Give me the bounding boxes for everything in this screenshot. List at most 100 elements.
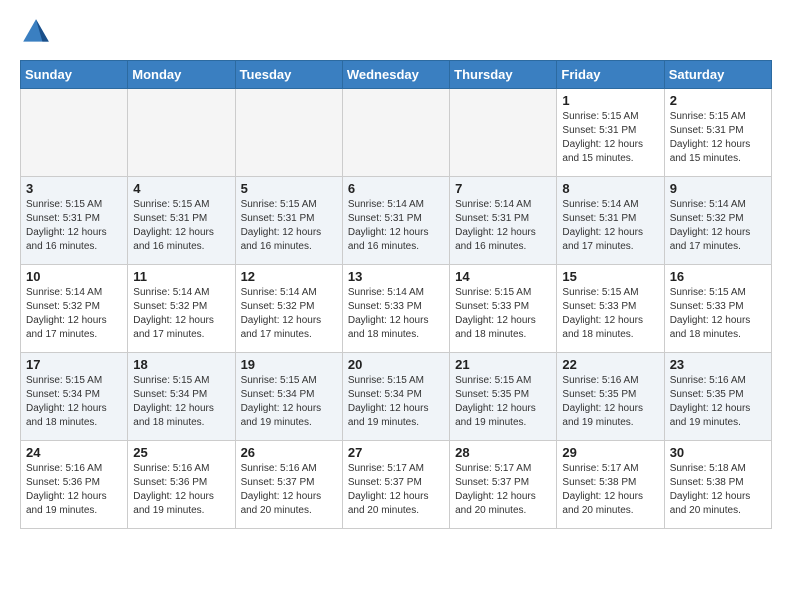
day-info: Sunrise: 5:15 AM Sunset: 5:31 PM Dayligh… [670, 110, 766, 166]
calendar-cell [450, 89, 557, 177]
day-number: 18 [133, 357, 229, 372]
day-info: Sunrise: 5:14 AM Sunset: 5:32 PM Dayligh… [670, 198, 766, 254]
day-info: Sunrise: 5:16 AM Sunset: 5:35 PM Dayligh… [670, 374, 766, 430]
day-of-week-header: Sunday [21, 61, 128, 89]
day-number: 7 [455, 181, 551, 196]
day-number: 14 [455, 269, 551, 284]
day-info: Sunrise: 5:15 AM Sunset: 5:31 PM Dayligh… [241, 198, 337, 254]
day-number: 21 [455, 357, 551, 372]
calendar-cell: 5 Sunrise: 5:15 AM Sunset: 5:31 PM Daylig… [235, 177, 342, 265]
calendar-cell: 26 Sunrise: 5:16 AM Sunset: 5:37 PM Dayli… [235, 441, 342, 529]
day-info: Sunrise: 5:15 AM Sunset: 5:31 PM Dayligh… [133, 198, 229, 254]
day-number: 11 [133, 269, 229, 284]
calendar-cell: 24 Sunrise: 5:16 AM Sunset: 5:36 PM Dayli… [21, 441, 128, 529]
day-info: Sunrise: 5:14 AM Sunset: 5:32 PM Dayligh… [133, 286, 229, 342]
day-info: Sunrise: 5:14 AM Sunset: 5:31 PM Dayligh… [348, 198, 444, 254]
day-number: 9 [670, 181, 766, 196]
day-number: 29 [562, 445, 658, 460]
calendar-cell: 11 Sunrise: 5:14 AM Sunset: 5:32 PM Dayli… [128, 265, 235, 353]
day-info: Sunrise: 5:15 AM Sunset: 5:35 PM Dayligh… [455, 374, 551, 430]
calendar-cell: 15 Sunrise: 5:15 AM Sunset: 5:33 PM Dayli… [557, 265, 664, 353]
calendar-cell: 20 Sunrise: 5:15 AM Sunset: 5:34 PM Dayli… [342, 353, 449, 441]
logo-icon [20, 16, 52, 48]
calendar-cell: 29 Sunrise: 5:17 AM Sunset: 5:38 PM Dayli… [557, 441, 664, 529]
day-info: Sunrise: 5:14 AM Sunset: 5:32 PM Dayligh… [241, 286, 337, 342]
day-info: Sunrise: 5:14 AM Sunset: 5:31 PM Dayligh… [455, 198, 551, 254]
day-number: 25 [133, 445, 229, 460]
day-info: Sunrise: 5:18 AM Sunset: 5:38 PM Dayligh… [670, 462, 766, 518]
calendar-cell: 4 Sunrise: 5:15 AM Sunset: 5:31 PM Daylig… [128, 177, 235, 265]
day-info: Sunrise: 5:14 AM Sunset: 5:31 PM Dayligh… [562, 198, 658, 254]
day-number: 3 [26, 181, 122, 196]
day-number: 28 [455, 445, 551, 460]
calendar-cell: 2 Sunrise: 5:15 AM Sunset: 5:31 PM Daylig… [664, 89, 771, 177]
day-number: 10 [26, 269, 122, 284]
calendar-cell: 13 Sunrise: 5:14 AM Sunset: 5:33 PM Dayli… [342, 265, 449, 353]
day-number: 6 [348, 181, 444, 196]
day-number: 8 [562, 181, 658, 196]
day-info: Sunrise: 5:15 AM Sunset: 5:33 PM Dayligh… [670, 286, 766, 342]
day-of-week-header: Friday [557, 61, 664, 89]
day-info: Sunrise: 5:14 AM Sunset: 5:33 PM Dayligh… [348, 286, 444, 342]
calendar-week-row: 10 Sunrise: 5:14 AM Sunset: 5:32 PM Dayli… [21, 265, 772, 353]
day-info: Sunrise: 5:15 AM Sunset: 5:31 PM Dayligh… [562, 110, 658, 166]
day-of-week-header: Saturday [664, 61, 771, 89]
day-info: Sunrise: 5:16 AM Sunset: 5:37 PM Dayligh… [241, 462, 337, 518]
day-info: Sunrise: 5:14 AM Sunset: 5:32 PM Dayligh… [26, 286, 122, 342]
day-number: 16 [670, 269, 766, 284]
day-number: 12 [241, 269, 337, 284]
day-number: 1 [562, 93, 658, 108]
calendar-cell: 10 Sunrise: 5:14 AM Sunset: 5:32 PM Dayli… [21, 265, 128, 353]
calendar-cell [21, 89, 128, 177]
day-number: 22 [562, 357, 658, 372]
calendar-cell: 14 Sunrise: 5:15 AM Sunset: 5:33 PM Dayli… [450, 265, 557, 353]
day-info: Sunrise: 5:15 AM Sunset: 5:34 PM Dayligh… [241, 374, 337, 430]
day-info: Sunrise: 5:15 AM Sunset: 5:31 PM Dayligh… [26, 198, 122, 254]
calendar-cell: 28 Sunrise: 5:17 AM Sunset: 5:37 PM Dayli… [450, 441, 557, 529]
day-of-week-header: Monday [128, 61, 235, 89]
day-info: Sunrise: 5:15 AM Sunset: 5:34 PM Dayligh… [133, 374, 229, 430]
day-info: Sunrise: 5:16 AM Sunset: 5:36 PM Dayligh… [26, 462, 122, 518]
calendar-cell: 7 Sunrise: 5:14 AM Sunset: 5:31 PM Daylig… [450, 177, 557, 265]
page: SundayMondayTuesdayWednesdayThursdayFrid… [0, 0, 792, 541]
day-number: 13 [348, 269, 444, 284]
calendar-cell: 17Sunrise: 5:15 AM Sunset: 5:34 PM Dayli… [21, 353, 128, 441]
day-info: Sunrise: 5:15 AM Sunset: 5:34 PM Dayligh… [26, 374, 122, 430]
day-info: Sunrise: 5:16 AM Sunset: 5:36 PM Dayligh… [133, 462, 229, 518]
calendar-cell: 8 Sunrise: 5:14 AM Sunset: 5:31 PM Daylig… [557, 177, 664, 265]
day-of-week-header: Tuesday [235, 61, 342, 89]
calendar-week-row: 3 Sunrise: 5:15 AM Sunset: 5:31 PM Daylig… [21, 177, 772, 265]
day-info: Sunrise: 5:17 AM Sunset: 5:37 PM Dayligh… [455, 462, 551, 518]
day-info: Sunrise: 5:16 AM Sunset: 5:35 PM Dayligh… [562, 374, 658, 430]
day-number: 15 [562, 269, 658, 284]
calendar-cell: 30Sunrise: 5:18 AM Sunset: 5:38 PM Dayli… [664, 441, 771, 529]
calendar-cell: 19Sunrise: 5:15 AM Sunset: 5:34 PM Dayli… [235, 353, 342, 441]
calendar-cell [342, 89, 449, 177]
calendar-cell: 3 Sunrise: 5:15 AM Sunset: 5:31 PM Daylig… [21, 177, 128, 265]
day-info: Sunrise: 5:15 AM Sunset: 5:33 PM Dayligh… [562, 286, 658, 342]
calendar-cell: 16 Sunrise: 5:15 AM Sunset: 5:33 PM Dayli… [664, 265, 771, 353]
day-info: Sunrise: 5:15 AM Sunset: 5:33 PM Dayligh… [455, 286, 551, 342]
calendar-week-row: 24 Sunrise: 5:16 AM Sunset: 5:36 PM Dayli… [21, 441, 772, 529]
logo [20, 16, 58, 48]
day-number: 5 [241, 181, 337, 196]
calendar-cell: 6 Sunrise: 5:14 AM Sunset: 5:31 PM Daylig… [342, 177, 449, 265]
day-number: 24 [26, 445, 122, 460]
calendar-cell: 21 Sunrise: 5:15 AM Sunset: 5:35 PM Dayli… [450, 353, 557, 441]
calendar-header-row: SundayMondayTuesdayWednesdayThursdayFrid… [21, 61, 772, 89]
day-info: Sunrise: 5:17 AM Sunset: 5:38 PM Dayligh… [562, 462, 658, 518]
calendar-cell [128, 89, 235, 177]
header [20, 16, 772, 48]
calendar-cell: 25 Sunrise: 5:16 AM Sunset: 5:36 PM Dayli… [128, 441, 235, 529]
calendar-cell: 27Sunrise: 5:17 AM Sunset: 5:37 PM Dayli… [342, 441, 449, 529]
day-number: 4 [133, 181, 229, 196]
day-number: 20 [348, 357, 444, 372]
calendar-cell: 18 Sunrise: 5:15 AM Sunset: 5:34 PM Dayli… [128, 353, 235, 441]
day-number: 23 [670, 357, 766, 372]
calendar-cell [235, 89, 342, 177]
day-number: 26 [241, 445, 337, 460]
day-number: 27 [348, 445, 444, 460]
day-info: Sunrise: 5:15 AM Sunset: 5:34 PM Dayligh… [348, 374, 444, 430]
day-of-week-header: Thursday [450, 61, 557, 89]
day-number: 2 [670, 93, 766, 108]
